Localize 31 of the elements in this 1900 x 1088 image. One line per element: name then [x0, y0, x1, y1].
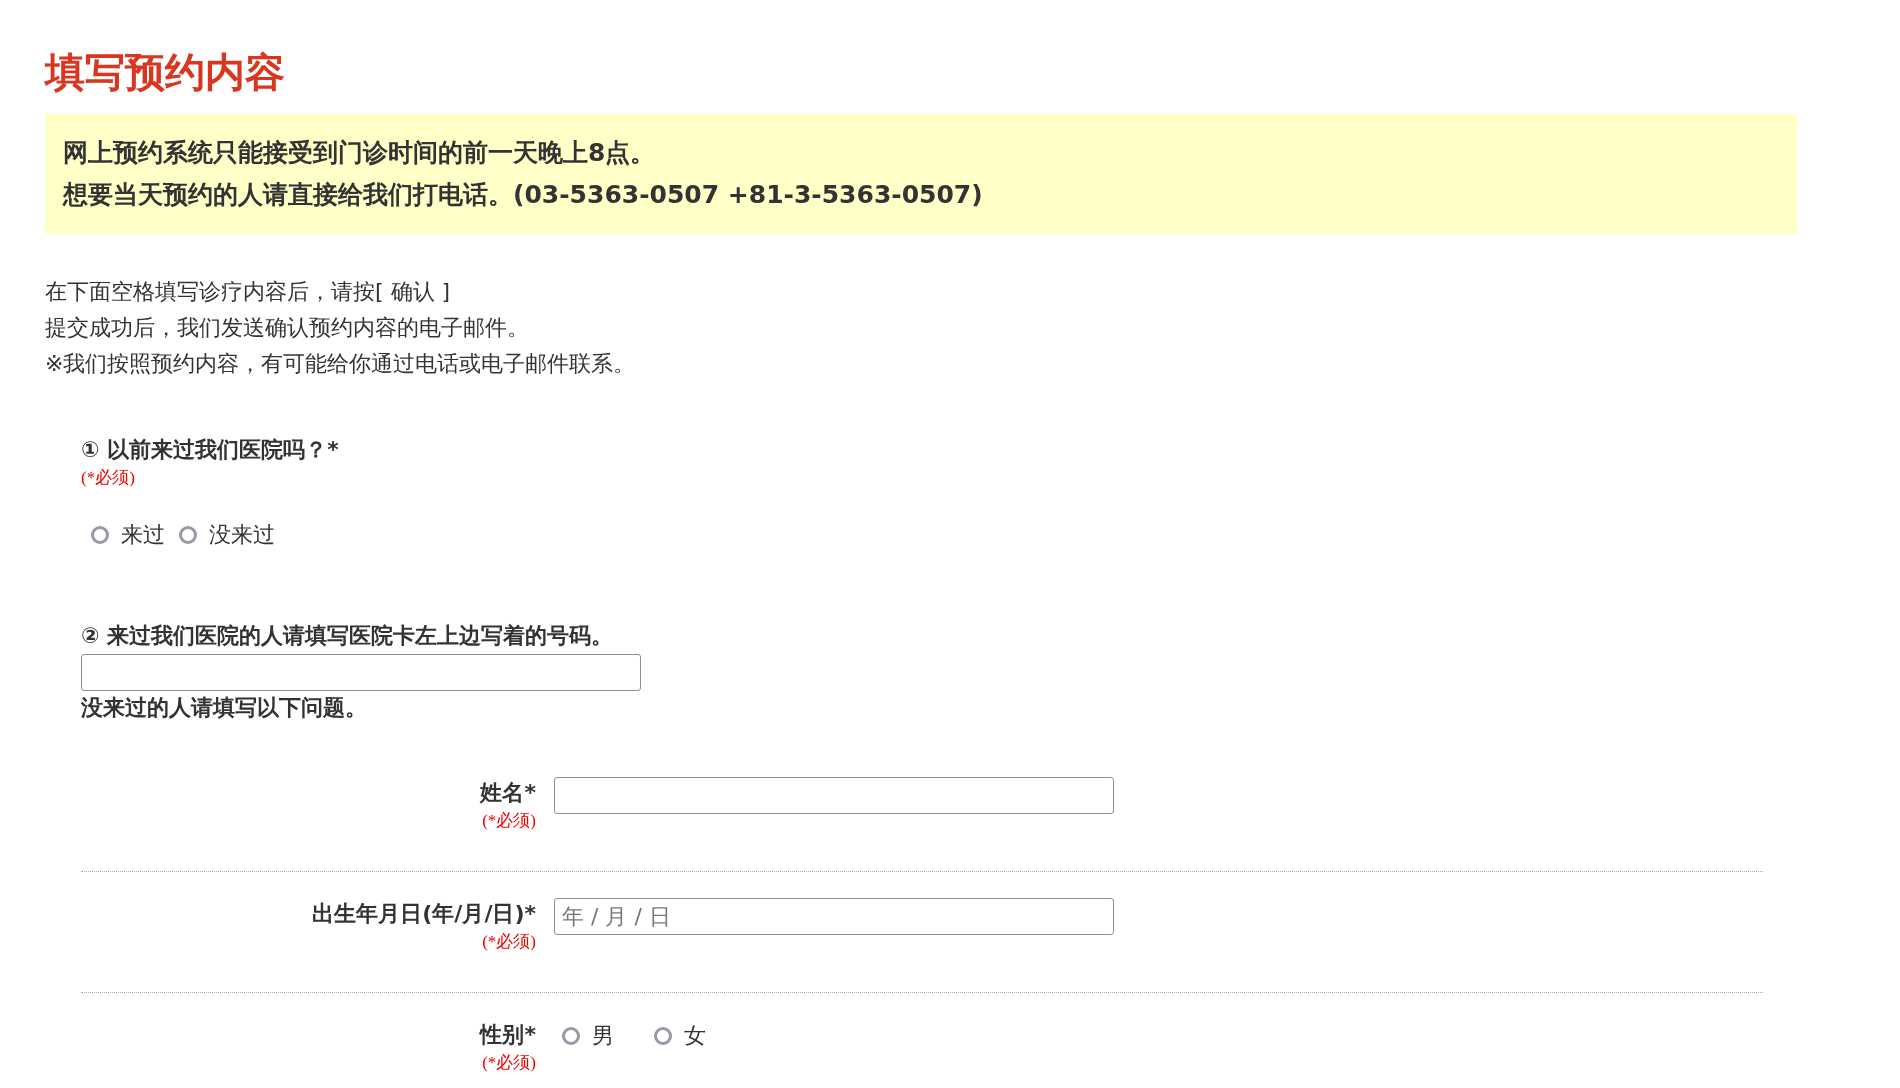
required-note: (*必须) [481, 1052, 536, 1074]
radio-label[interactable]: 女 [684, 1021, 706, 1051]
field-label: 姓名* [479, 779, 536, 807]
intro-text: ※我们按照预约内容，有可能给你通过电话或电子邮件联系。 [45, 350, 637, 378]
intro-text: 在下面空格填写诊疗内容后，请按[ 确认 ] [45, 278, 452, 306]
notice-text: 网上预约系统只能接受到门诊时间的前一天晚上8点。 [63, 137, 657, 169]
radio-button[interactable] [179, 526, 197, 544]
notice-text: 想要当天预约的人请直接给我们打电话。(03-5363-0507 +81-3-5363-0507) [63, 179, 984, 211]
note-text: 没来过的人请填写以下问题。 [81, 694, 368, 722]
radio-label[interactable]: 男 [592, 1021, 614, 1051]
required-note: (*必须) [481, 931, 536, 953]
field-label: 出生年月日(年/月/日)* [311, 900, 536, 928]
radio-option[interactable]: 没来过 [179, 520, 275, 550]
radio-option[interactable]: 男 [562, 1021, 614, 1051]
required-note: (*必须) [481, 810, 536, 832]
required-note: (*必须) [81, 467, 136, 489]
radio-button[interactable] [654, 1027, 672, 1045]
question-label: ② 来过我们医院的人请填写医院卡左上边写着的号码。 [81, 622, 615, 650]
page-title: 填写预约内容 [45, 48, 286, 97]
radio-button[interactable] [562, 1027, 580, 1045]
input-field[interactable] [81, 654, 641, 691]
radio-button[interactable] [91, 526, 109, 544]
field-label: 性别* [478, 1021, 536, 1049]
radio-label[interactable]: 来过 [121, 520, 165, 550]
input-field[interactable] [554, 777, 1114, 814]
date-field[interactable]: 年 / 月 / 日 [554, 898, 1114, 935]
question-label: ① 以前来过我们医院吗？* [81, 436, 340, 464]
radio-option[interactable]: 来过 [91, 520, 165, 550]
radio-option[interactable]: 女 [654, 1021, 706, 1051]
intro-text: 提交成功后，我们发送确认预约内容的电子邮件。 [45, 314, 530, 342]
radio-label[interactable]: 没来过 [209, 520, 275, 550]
